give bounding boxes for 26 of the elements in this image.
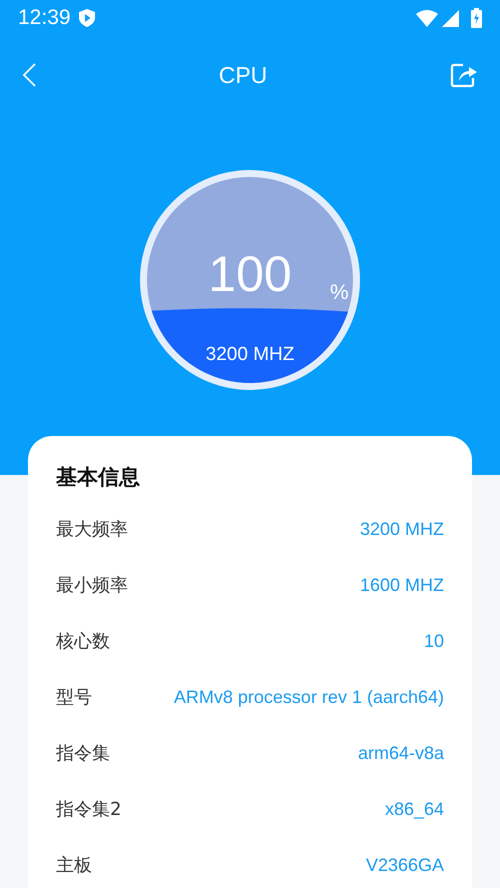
signal-icon bbox=[442, 10, 459, 26]
usage-value: 100 bbox=[208, 249, 292, 299]
shield-icon bbox=[78, 9, 95, 27]
info-value: 10 bbox=[424, 630, 444, 653]
info-value: ARMv8 processor rev 1 (aarch64) bbox=[174, 686, 444, 709]
current-frequency: 3200 MHZ bbox=[206, 342, 294, 366]
wifi-icon bbox=[416, 10, 438, 26]
battery-icon bbox=[471, 8, 482, 28]
info-value: 1600 MHZ bbox=[360, 574, 444, 597]
info-label: 指令集 bbox=[56, 742, 110, 766]
info-label: 型号 bbox=[56, 686, 92, 710]
page-title: CPU bbox=[218, 60, 268, 90]
usage-unit: % bbox=[330, 280, 349, 306]
info-value: V2366GA bbox=[366, 854, 444, 877]
info-label: 最小频率 bbox=[56, 574, 128, 598]
info-value: 3200 MHZ bbox=[360, 518, 444, 541]
info-value: arm64-v8a bbox=[358, 742, 444, 765]
card-title: 基本信息 bbox=[56, 464, 141, 491]
share-icon[interactable] bbox=[450, 62, 478, 88]
info-label: 指令集2 bbox=[56, 798, 122, 822]
info-label: 主板 bbox=[56, 854, 92, 878]
status-time: 12:39 bbox=[18, 5, 71, 32]
info-label: 核心数 bbox=[56, 630, 110, 654]
info-value: x86_64 bbox=[384, 798, 444, 821]
back-icon[interactable] bbox=[22, 63, 36, 87]
info-label: 最大频率 bbox=[56, 518, 128, 542]
